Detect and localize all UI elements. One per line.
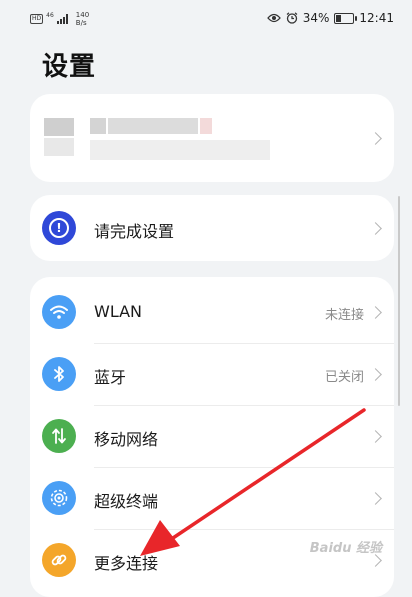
annotation-arrow (140, 408, 366, 556)
watermark: Baidu 经验 (309, 541, 382, 556)
annotation-arrow-shaft (168, 408, 366, 542)
